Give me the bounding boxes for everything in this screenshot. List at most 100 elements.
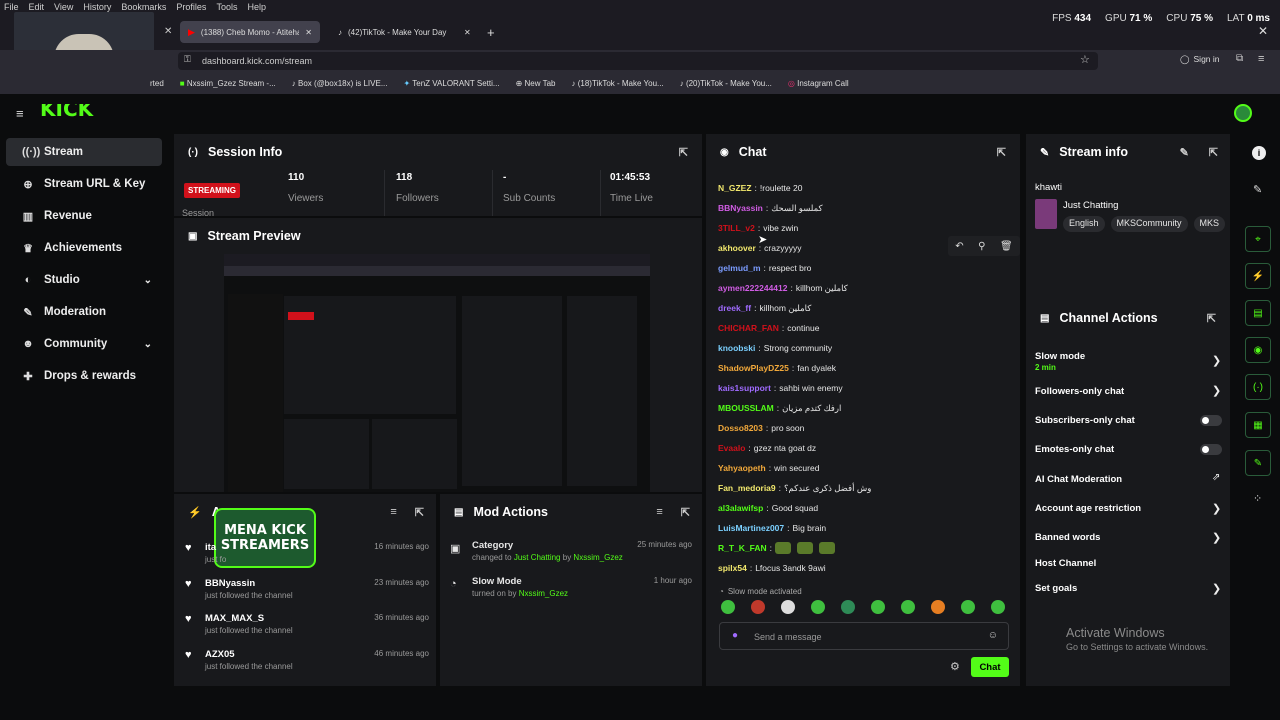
chat-message[interactable]: aymen222244412: killhom كاملين (718, 278, 1008, 298)
chat-username[interactable]: CHICHAR_FAN (718, 323, 779, 333)
bookmark-item[interactable]: ■ Nxssim_Gzez Stream -... (180, 79, 276, 88)
chat-username[interactable]: 3TILL_v2 (718, 223, 755, 233)
menu-edit[interactable]: Edit (29, 2, 45, 12)
stream-preview-video[interactable] (224, 254, 650, 492)
close-tab-icon[interactable]: ✕ (164, 26, 172, 37)
sidebar-item-drops-rewards[interactable]: ✚ Drops & rewards (6, 362, 162, 390)
chat-username[interactable]: BBNyassin (718, 203, 763, 213)
banned-words-action[interactable]: Banned words (1035, 532, 1100, 543)
menu-help[interactable]: Help (247, 2, 266, 12)
chat-username[interactable]: Evaalo (718, 443, 745, 453)
emote-icon[interactable] (811, 600, 825, 614)
user-avatar[interactable] (1234, 104, 1252, 122)
extensions-icon[interactable]: ⧉ (1236, 53, 1243, 64)
bookmark-item[interactable]: ♪ (20)TikTok - Make You... (680, 79, 772, 88)
chat-message[interactable]: al3alawifsp: Good squad (718, 498, 1008, 518)
chat-message[interactable]: CHICHAR_FAN: continue (718, 318, 1008, 338)
account-age-action[interactable]: Account age restriction (1035, 503, 1141, 514)
emote-icon[interactable] (841, 600, 855, 614)
emote-icon[interactable] (871, 600, 885, 614)
expand-icon[interactable]: ⇱ (1209, 146, 1218, 159)
chat-message[interactable]: Evaalo: gzez nta goat dz (718, 438, 1008, 458)
menu-profiles[interactable]: Profiles (176, 2, 206, 12)
emote-icon[interactable] (901, 600, 915, 614)
chat-settings-icon[interactable]: ⚙ (950, 660, 960, 673)
sidebar-item-moderation[interactable]: ✎ Moderation (6, 298, 162, 326)
star-icon[interactable]: ☆ (1080, 53, 1090, 66)
expand-icon[interactable]: ⇱ (1207, 312, 1216, 325)
emote-icon[interactable] (751, 600, 765, 614)
chat-username[interactable]: Yahyaopeth (718, 463, 766, 473)
chat-message[interactable]: N_GZEZ: !roulette 20 (718, 178, 1008, 198)
category-link[interactable]: Just Chatting (514, 553, 561, 562)
category-name[interactable]: Just Chatting (1063, 200, 1118, 211)
trash-icon[interactable]: 🗑 (1000, 241, 1013, 252)
user-link[interactable]: Nxssim_Gzez (573, 553, 622, 562)
chat-message[interactable]: BBNyassin: كملسو السحك (718, 198, 1008, 218)
sidebar-item-revenue[interactable]: ▥ Revenue (6, 202, 162, 230)
rail-button-broadcast[interactable]: (·) (1245, 374, 1271, 400)
bookmark-item[interactable]: ◎ Instagram Call (788, 79, 849, 88)
chat-message[interactable]: kais1support: sahbi win enemy (718, 378, 1008, 398)
sidebar-item-studio[interactable]: ◐ Studio ⌄ (6, 266, 162, 294)
emote-icon[interactable] (931, 600, 945, 614)
subscribers-only-toggle[interactable] (1200, 415, 1222, 426)
bookmark-item[interactable]: rted (150, 79, 164, 88)
emote-icon[interactable] (781, 600, 795, 614)
url-field[interactable]: dashboard.kick.com/stream (178, 52, 1098, 70)
menu-tools[interactable]: Tools (216, 2, 237, 12)
menu-bookmarks[interactable]: Bookmarks (121, 2, 166, 12)
reply-icon[interactable]: ↶ (955, 241, 963, 252)
close-icon[interactable]: ✕ (464, 28, 471, 37)
bookmark-item[interactable]: ♪ Box (@box18x) is LIVE... (292, 79, 388, 88)
chat-message[interactable]: R_T_K_FAN: (718, 538, 1008, 558)
expand-icon[interactable]: ⇱ (415, 506, 424, 519)
expand-icon[interactable]: ⇱ (679, 146, 688, 159)
chat-username[interactable]: akhoover (718, 243, 756, 253)
expand-icon[interactable]: ⇱ (681, 506, 690, 519)
tag[interactable]: MKSCommunity (1110, 216, 1188, 232)
filter-icon[interactable]: ≡ (390, 506, 396, 518)
sidebar-item-stream[interactable]: ((·)) Stream (6, 138, 162, 166)
bookmark-item[interactable]: ♪ (18)TikTok - Make You... (572, 79, 664, 88)
close-icon[interactable]: ✕ (305, 28, 312, 37)
followers-only-action[interactable]: Followers-only chat (1035, 386, 1124, 397)
kick-logo[interactable]: KICK (40, 104, 94, 120)
chat-username[interactable]: Dosso8203 (718, 423, 763, 433)
tag[interactable]: English (1063, 216, 1105, 232)
more-icon[interactable]: ⁘ (1253, 492, 1262, 505)
hamburger-icon[interactable]: ≡ (16, 106, 24, 121)
rail-button-capture[interactable]: ⌖ (1245, 226, 1271, 252)
chat-username[interactable]: ShadowPlayDZ25 (718, 363, 789, 373)
pin-icon[interactable]: ⚲ (978, 241, 985, 252)
bookmark-item[interactable]: ⊕ New Tab (516, 79, 556, 88)
rail-button-chat[interactable]: ◉ (1245, 337, 1271, 363)
edit-icon[interactable]: ✎ (1253, 183, 1262, 196)
chat-username[interactable]: Fan_medoria9 (718, 483, 776, 493)
edit-icon[interactable]: ✎ (1180, 146, 1189, 159)
emotes-only-toggle[interactable] (1200, 444, 1222, 455)
emoji-icon[interactable]: ☺ (988, 630, 998, 641)
chat-message[interactable]: Dosso8203: pro soon (718, 418, 1008, 438)
chat-message[interactable]: LuisMartinez007: Big brain (718, 518, 1008, 538)
menu-history[interactable]: History (83, 2, 111, 12)
menu-file[interactable]: File (4, 2, 19, 12)
chat-username[interactable]: N_GZEZ (718, 183, 752, 193)
chat-username[interactable]: LuisMartinez007 (718, 523, 784, 533)
sidebar-item-achievements[interactable]: ♛ Achievements (6, 234, 162, 262)
chat-message[interactable]: ShadowPlayDZ25: fan dyalek (718, 358, 1008, 378)
chat-message[interactable]: Fan_medoria9: وش أفضل ذكرى عندكم؟ (718, 478, 1008, 498)
chat-username[interactable]: MBOUSSLAM (718, 403, 774, 413)
sidebar-item-stream-url-key[interactable]: ⊕ Stream URL & Key (6, 170, 162, 198)
chat-input[interactable]: ● Send a message ☺ (719, 622, 1009, 650)
chat-message[interactable]: gelmud_m: respect bro (718, 258, 1008, 278)
rail-button-layout[interactable]: ▦ (1245, 412, 1271, 438)
set-goals-action[interactable]: Set goals (1035, 583, 1077, 594)
chat-username[interactable]: aymen222244412 (718, 283, 787, 293)
chat-message[interactable]: spilx54: Lfocus 3andk 9awi (718, 558, 1008, 578)
chat-username[interactable]: kais1support (718, 383, 771, 393)
rail-button-bolt[interactable]: ⚡ (1245, 263, 1271, 289)
rail-button-wrench[interactable]: ✎ (1245, 450, 1271, 476)
expand-icon[interactable]: ⇱ (997, 146, 1006, 159)
emote-icon[interactable] (991, 600, 1005, 614)
